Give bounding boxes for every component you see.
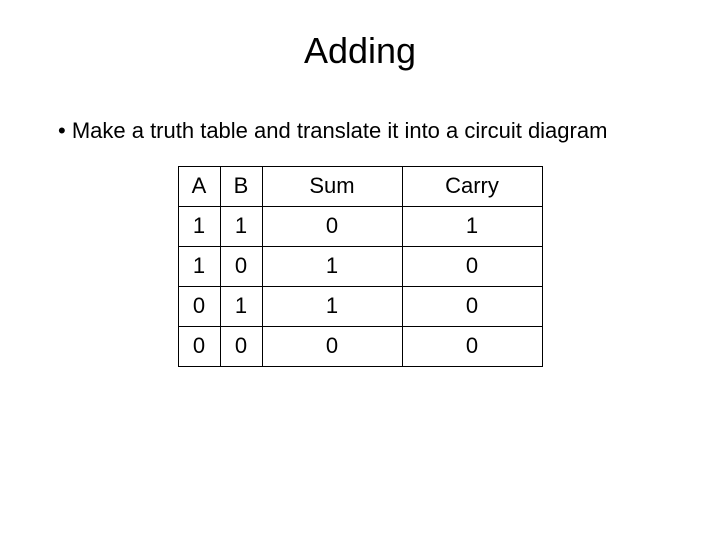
cell: 1 [220,286,262,326]
cell: 0 [402,246,542,286]
table-row: 0 0 0 0 [178,326,542,366]
cell: 1 [178,206,220,246]
cell: 0 [402,286,542,326]
header-cell-carry: Carry [402,166,542,206]
header-cell-a: A [178,166,220,206]
table-row: 1 0 1 0 [178,246,542,286]
cell: 1 [220,206,262,246]
cell: 1 [402,206,542,246]
header-cell-b: B [220,166,262,206]
truth-table: A B Sum Carry 1 1 0 1 1 0 1 0 0 1 1 0 0 … [178,166,543,367]
cell: 0 [262,206,402,246]
cell: 1 [262,246,402,286]
cell: 0 [220,246,262,286]
table-container: A B Sum Carry 1 1 0 1 1 0 1 0 0 1 1 0 0 … [0,166,720,367]
cell: 0 [178,286,220,326]
cell: 0 [178,326,220,366]
slide-title: Adding [0,30,720,72]
table-header-row: A B Sum Carry [178,166,542,206]
cell: 0 [220,326,262,366]
cell: 0 [402,326,542,366]
table-row: 1 1 0 1 [178,206,542,246]
cell: 1 [262,286,402,326]
bullet-text: • Make a truth table and translate it in… [58,117,660,146]
cell: 1 [178,246,220,286]
table-row: 0 1 1 0 [178,286,542,326]
header-cell-sum: Sum [262,166,402,206]
cell: 0 [262,326,402,366]
